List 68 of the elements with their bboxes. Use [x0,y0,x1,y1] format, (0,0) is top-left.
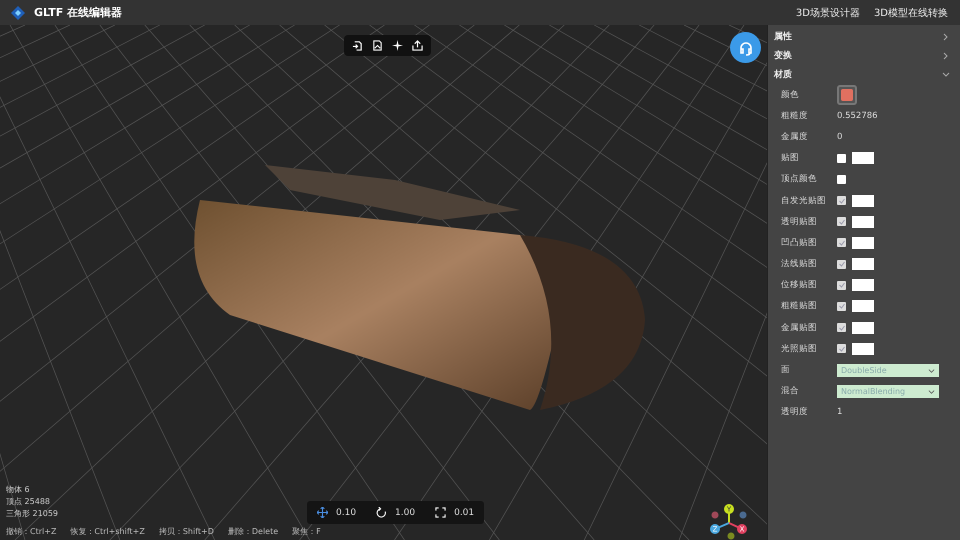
property-label: 透明贴图 [781,216,818,228]
section-header[interactable]: 变换 [768,46,960,65]
property-label: 透明度 [781,406,809,418]
texture-slot[interactable] [852,342,874,355]
checkbox[interactable] [837,260,846,269]
checkbox[interactable] [837,323,846,332]
light-icon[interactable] [392,40,403,51]
shortcut-hint: 恢复：Ctrl+shift+Z [70,526,145,537]
diamond-logo-icon [10,4,26,20]
texture-slot[interactable] [852,300,874,312]
checkbox[interactable] [837,344,846,354]
shortcut-hint: 聚焦：F [292,526,321,537]
checkbox[interactable] [837,174,846,184]
app-title: GLTF 在线编辑器 [34,5,122,20]
property-label: 贴图 [781,152,800,164]
shortcut-hint: 删除：Delete [228,526,278,537]
texture-slot[interactable] [852,279,874,292]
property-label: 金属度 [781,130,809,143]
property-value[interactable]: 0 [837,132,842,142]
property-label: 面 [781,364,791,376]
caret-icon [928,388,935,395]
property-label: 自发光贴图 [781,194,827,207]
scene-stat: 物体 6 [6,484,31,495]
support-button[interactable] [730,32,761,63]
caret-icon [928,366,935,374]
expand-icon[interactable] [435,507,446,518]
property-label: 凹凸贴图 [781,236,818,249]
rotate-icon[interactable] [376,507,388,518]
color-picker[interactable] [837,84,857,105]
headset-icon [738,40,754,56]
checkbox[interactable] [837,302,846,311]
property-value[interactable]: 0.552786 [837,110,878,121]
checkbox[interactable] [837,280,846,290]
header-link[interactable]: 3D场景设计器 [796,6,860,20]
checkbox[interactable] [837,154,846,163]
property-value[interactable]: 1 [837,407,842,418]
texture-slot[interactable] [852,152,874,164]
property-label: 金属贴图 [781,322,818,334]
property-label: 顶点颜色 [781,173,818,186]
scene-stat: 顶点 25488 [6,496,51,507]
move-arrows-icon[interactable] [317,507,328,518]
checkbox[interactable] [837,196,846,206]
property-label: 颜色 [781,88,800,101]
property-label: 位移贴图 [781,279,818,292]
scene-stat: 三角形 21059 [6,508,58,519]
transform-step-value: 1.00 [395,508,416,518]
import-icon[interactable] [352,40,363,51]
transform-step-value: 0.01 [454,508,474,518]
texture-slot[interactable] [852,258,874,270]
property-label: 光照贴图 [781,342,818,355]
image-file-icon[interactable] [372,40,383,51]
section-header[interactable]: 属性 [768,27,960,46]
property-label: 混合 [781,385,800,398]
property-label: 粗糙贴图 [781,300,818,312]
transform-step-value: 0.10 [336,508,356,518]
header-link[interactable]: 3D模型在线转换 [874,6,948,20]
texture-slot[interactable] [852,194,874,207]
property-label: 法线贴图 [781,258,818,270]
section-header[interactable]: 材质 [768,65,960,84]
shortcut-hint: 拷贝：Shift+D [158,526,214,537]
shortcut-hint: 撤销：Ctrl+Z [6,526,56,537]
checkbox[interactable] [837,217,846,226]
texture-slot[interactable] [852,236,874,249]
texture-slot[interactable] [852,216,874,228]
export-icon[interactable] [412,40,423,51]
property-label: 粗糙度 [781,110,809,122]
texture-slot[interactable] [852,322,874,334]
checkbox[interactable] [837,238,846,248]
